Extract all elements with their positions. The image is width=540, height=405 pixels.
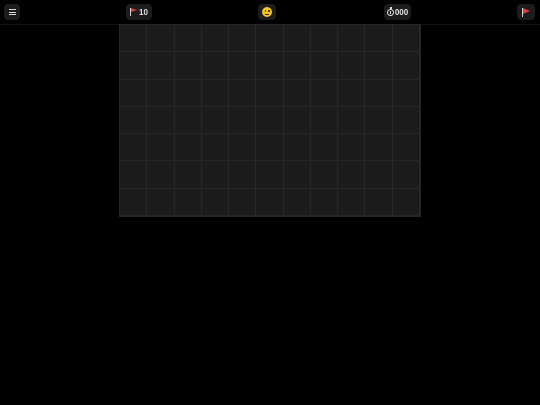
- neutral-face-icon: [262, 7, 272, 17]
- board-cell[interactable]: [283, 79, 311, 107]
- board-cell[interactable]: [392, 106, 420, 135]
- board-cell[interactable]: [365, 188, 393, 216]
- red-flag-icon: [130, 8, 138, 16]
- board-cell[interactable]: [310, 188, 339, 216]
- board-cell[interactable]: [256, 25, 284, 53]
- board-cell[interactable]: [338, 188, 366, 216]
- board-cell[interactable]: [120, 52, 148, 80]
- board-cell[interactable]: [229, 106, 257, 135]
- board-cell[interactable]: [174, 79, 202, 107]
- board-cell[interactable]: [365, 161, 393, 189]
- board-cell[interactable]: [283, 188, 311, 216]
- board-cell[interactable]: [310, 52, 339, 80]
- board-cell[interactable]: [147, 106, 175, 135]
- board-cell[interactable]: [310, 25, 339, 53]
- board-cell[interactable]: [229, 79, 257, 107]
- board-cell[interactable]: [147, 161, 175, 189]
- board-cell[interactable]: [147, 134, 175, 162]
- board-cell[interactable]: [392, 25, 420, 53]
- board-cell[interactable]: [338, 134, 366, 162]
- board-cell[interactable]: [365, 52, 393, 80]
- board-cell[interactable]: [229, 188, 257, 216]
- board-cell[interactable]: [392, 79, 420, 107]
- board-cell[interactable]: [147, 52, 175, 80]
- board-cell[interactable]: [120, 25, 148, 53]
- reset-face-button[interactable]: [258, 4, 276, 20]
- board-cell[interactable]: [338, 106, 366, 135]
- board-cell[interactable]: [365, 25, 393, 53]
- board-cell[interactable]: [365, 134, 393, 162]
- board-cell[interactable]: [256, 188, 284, 216]
- board-cell[interactable]: [338, 52, 366, 80]
- board-cell[interactable]: [283, 161, 311, 189]
- menu-button[interactable]: [4, 4, 20, 20]
- board-cell[interactable]: [147, 188, 175, 216]
- board-cell[interactable]: [256, 134, 284, 162]
- board-cell[interactable]: [256, 161, 284, 189]
- board-cell[interactable]: [338, 79, 366, 107]
- board-cell[interactable]: [365, 79, 393, 107]
- board-cell[interactable]: [174, 161, 202, 189]
- board-cell[interactable]: [120, 188, 148, 216]
- red-flag-icon: [521, 7, 531, 17]
- timer: 000: [384, 4, 411, 20]
- board-cell[interactable]: [201, 52, 230, 80]
- board-cell[interactable]: [201, 106, 230, 135]
- board-cell[interactable]: [174, 134, 202, 162]
- board-cell[interactable]: [120, 161, 148, 189]
- board-cell[interactable]: [201, 134, 230, 162]
- board-cell[interactable]: [338, 25, 366, 53]
- board-cell[interactable]: [229, 25, 257, 53]
- board-cell[interactable]: [201, 161, 230, 189]
- board-cell[interactable]: [392, 134, 420, 162]
- board-cell[interactable]: [120, 79, 148, 107]
- board-cell[interactable]: [256, 79, 284, 107]
- board-cell[interactable]: [229, 161, 257, 189]
- board-cell[interactable]: [283, 52, 311, 80]
- board-cell[interactable]: [310, 161, 339, 189]
- game-board: [119, 24, 421, 217]
- board-cell[interactable]: [283, 134, 311, 162]
- top-bar: 10 000: [0, 0, 540, 25]
- board-cell[interactable]: [201, 25, 230, 53]
- stopwatch-icon: [386, 7, 394, 16]
- board-cell[interactable]: [201, 188, 230, 216]
- board-cell[interactable]: [392, 161, 420, 189]
- board-cell[interactable]: [338, 161, 366, 189]
- board-cell[interactable]: [310, 134, 339, 162]
- hamburger-icon: [8, 9, 16, 15]
- timer-value: 000: [394, 7, 409, 17]
- board-cell[interactable]: [120, 134, 148, 162]
- board-cell[interactable]: [147, 79, 175, 107]
- board-cell[interactable]: [365, 106, 393, 135]
- board-cell[interactable]: [174, 25, 202, 53]
- board-cell[interactable]: [283, 106, 311, 135]
- board-cell[interactable]: [120, 106, 148, 135]
- mines-remaining-value: 10: [139, 7, 148, 17]
- board-cell[interactable]: [392, 188, 420, 216]
- board-cell[interactable]: [310, 79, 339, 107]
- board-cell[interactable]: [174, 106, 202, 135]
- board-cell[interactable]: [229, 52, 257, 80]
- mines-counter: 10: [126, 4, 152, 20]
- board-cell[interactable]: [201, 79, 230, 107]
- board-cell[interactable]: [256, 52, 284, 80]
- board-cell[interactable]: [174, 188, 202, 216]
- board-cell[interactable]: [229, 134, 257, 162]
- board-cell[interactable]: [283, 25, 311, 53]
- board-cell[interactable]: [392, 52, 420, 80]
- board-cell[interactable]: [174, 52, 202, 80]
- board-cell[interactable]: [310, 106, 339, 135]
- board-cell[interactable]: [256, 106, 284, 135]
- board-cell[interactable]: [147, 25, 175, 53]
- flag-mode-button[interactable]: [517, 4, 535, 20]
